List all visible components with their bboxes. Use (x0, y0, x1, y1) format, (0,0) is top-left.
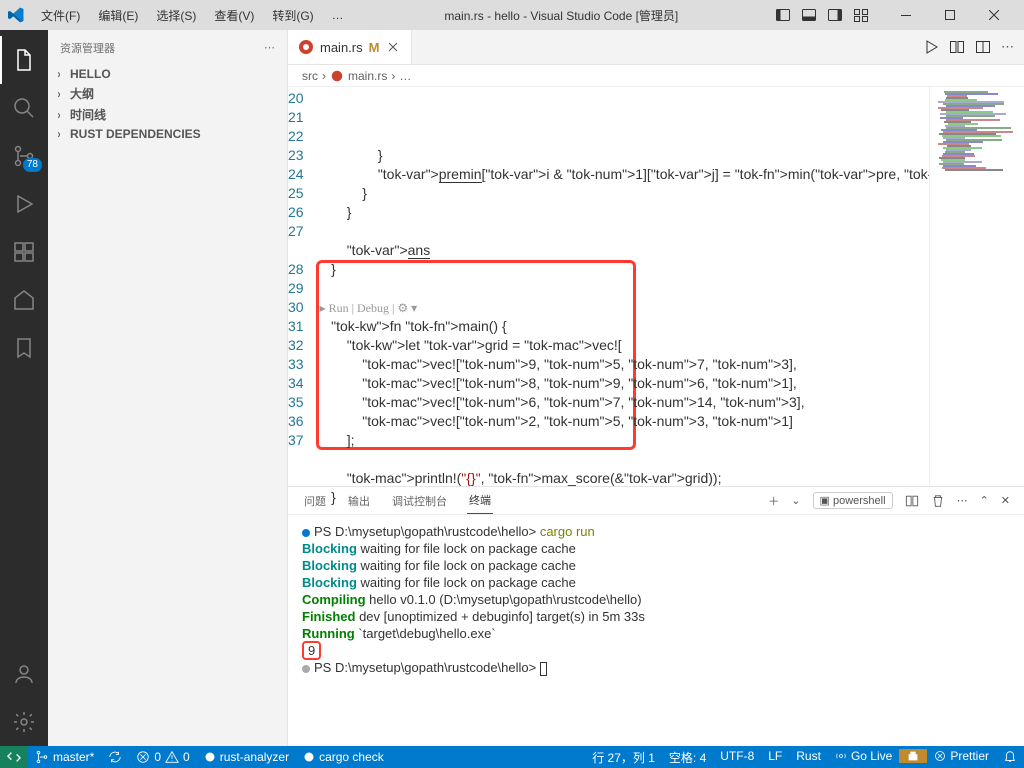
close-button[interactable] (972, 0, 1016, 30)
sidebar-title: 资源管理器 ⋯ (48, 30, 287, 65)
scm-badge: 78 (23, 158, 42, 172)
activity-bookmarks[interactable] (0, 324, 48, 372)
minimize-button[interactable] (884, 0, 928, 30)
code-editor[interactable]: 202122232425262728293031323334353637 } "… (288, 87, 929, 486)
run-icon[interactable] (923, 39, 939, 55)
status-cargo-check[interactable]: cargo check (296, 746, 391, 768)
terminal-output[interactable]: PS D:\mysetup\gopath\rustcode\hello> car… (288, 515, 1024, 746)
activity-source-control[interactable]: 78 (0, 132, 48, 180)
sidebar-section-hello[interactable]: ›HELLO (48, 65, 287, 83)
status-rust-analyzer[interactable]: rust-analyzer (197, 746, 296, 768)
rust-file-icon (330, 69, 344, 83)
activity-account[interactable] (0, 650, 48, 698)
customize-layout-icon[interactable] (850, 4, 872, 26)
status-golive[interactable]: Go Live (828, 749, 899, 763)
activity-remote[interactable] (0, 276, 48, 324)
code-lines[interactable]: } "tok-var">premin["tok-var">i & "tok-nu… (316, 87, 1024, 486)
status-branch[interactable]: master* (28, 746, 101, 768)
menu-view[interactable]: 查看(V) (207, 3, 261, 28)
codelens-run-debug[interactable]: ▸ Run | Debug | ⚙ ▾ (320, 301, 418, 315)
toggle-panel-right-icon[interactable] (824, 4, 846, 26)
status-spaces[interactable]: 空格: 4 (662, 749, 713, 766)
status-remote[interactable] (0, 746, 28, 768)
activity-settings[interactable] (0, 698, 48, 746)
line-gutter: 202122232425262728293031323334353637 (288, 87, 316, 486)
layout-buttons (772, 4, 872, 26)
status-cursor-pos[interactable]: 行 27，列 1 (585, 749, 662, 766)
maximize-button[interactable] (928, 0, 972, 30)
tab-modified-badge: M (369, 40, 380, 55)
titlebar: 文件(F) 编辑(E) 选择(S) 查看(V) 转到(G) … main.rs … (0, 0, 1024, 30)
activity-extensions[interactable] (0, 228, 48, 276)
bottom-panel: 问题 输出 调试控制台 终端 ＋ ⌄ ▣ powershell ⋯ ⌃ ✕ PS… (288, 486, 1024, 746)
split-icon[interactable] (949, 39, 965, 55)
status-ext-icon[interactable] (899, 749, 927, 763)
tab-more-icon[interactable]: ⋯ (1001, 39, 1014, 55)
sidebar-more-icon[interactable]: ⋯ (264, 41, 275, 54)
sidebar-explorer: 资源管理器 ⋯ ›HELLO ›大纲 ›时间线 ›RUST DEPENDENCI… (48, 30, 288, 746)
tab-main-rs[interactable]: main.rs M (288, 30, 412, 64)
sidebar-section-rustdeps[interactable]: ›RUST DEPENDENCIES (48, 125, 287, 143)
activity-explorer[interactable] (0, 36, 48, 84)
menu-file[interactable]: 文件(F) (34, 3, 87, 28)
vscode-logo-icon (8, 7, 24, 23)
status-bell-icon[interactable] (996, 749, 1024, 763)
minimap[interactable] (929, 87, 1024, 486)
status-prettier[interactable]: Prettier (927, 749, 996, 763)
menu-goto[interactable]: 转到(G) (265, 3, 320, 28)
status-encoding[interactable]: UTF-8 (713, 749, 761, 763)
editor-area: main.rs M ⋯ src› main.rs›… 2021222324252… (288, 30, 1024, 746)
menu-select[interactable]: 选择(S) (149, 3, 203, 28)
activity-bar: 78 (0, 30, 48, 746)
status-sync[interactable] (101, 746, 129, 768)
toggle-panel-bottom-icon[interactable] (798, 4, 820, 26)
breadcrumb[interactable]: src› main.rs›… (288, 65, 1024, 87)
menu-edit[interactable]: 编辑(E) (91, 3, 145, 28)
status-lang[interactable]: Rust (789, 749, 828, 763)
tab-bar: main.rs M ⋯ (288, 30, 1024, 65)
menu-more[interactable]: … (325, 4, 351, 26)
toggle-panel-left-icon[interactable] (772, 4, 794, 26)
activity-debug[interactable] (0, 180, 48, 228)
window-title: main.rs - hello - Visual Studio Code [管理… (355, 7, 768, 24)
sidebar-section-outline[interactable]: ›大纲 (48, 83, 287, 104)
rust-file-icon (298, 39, 314, 55)
activity-search[interactable] (0, 84, 48, 132)
diff-icon[interactable] (975, 39, 991, 55)
status-eol[interactable]: LF (761, 749, 789, 763)
tab-close-icon[interactable] (385, 39, 401, 55)
status-bar: master* 0 0 rust-analyzer cargo check 行 … (0, 746, 1024, 768)
sidebar-section-timeline[interactable]: ›时间线 (48, 104, 287, 125)
status-errors[interactable]: 0 0 (129, 746, 196, 768)
